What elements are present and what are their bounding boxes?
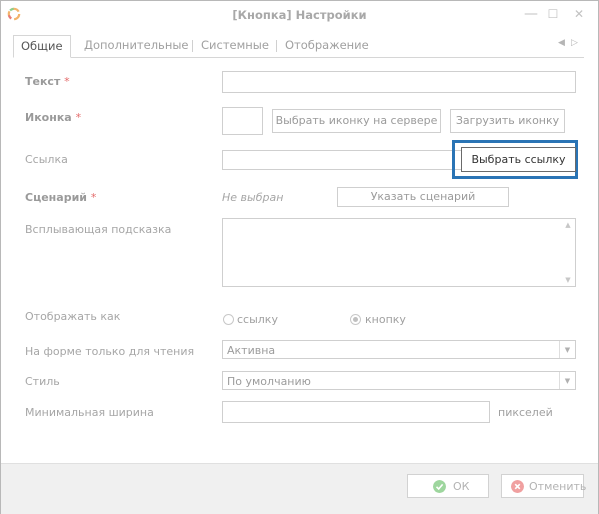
scroll-up-icon[interactable]: ▲ (563, 221, 573, 229)
tab-bar: Общие Дополнительные Системные Отображен… (13, 35, 584, 58)
tooltip-label: Всплывающая подсказка (25, 223, 172, 236)
style-select-value: По умолчанию (227, 375, 311, 388)
text-input[interactable] (222, 71, 576, 93)
readonly-select-value: Активна (227, 344, 276, 357)
tab-general[interactable]: Общие (13, 35, 71, 58)
tab-display[interactable]: Отображение (285, 35, 369, 56)
chevron-down-icon[interactable]: ▼ (559, 372, 575, 389)
scroll-down-icon[interactable]: ▼ (563, 276, 573, 284)
tooltip-textarea[interactable]: ▲ ▼ (222, 218, 576, 287)
maximize-icon[interactable]: ☐ (545, 6, 561, 22)
required-mark: * (64, 75, 70, 88)
tab-next-icon[interactable]: ▷ (571, 38, 578, 48)
ok-button[interactable]: ОК (407, 474, 489, 498)
text-label: Текст * (25, 75, 70, 88)
tab-additional[interactable]: Дополнительные (84, 35, 189, 56)
tab-separator (192, 40, 193, 52)
close-icon[interactable]: ✕ (571, 6, 587, 22)
icon-preview (222, 107, 263, 135)
text-label-text: Текст (25, 75, 61, 88)
cancel-label: Отменить (529, 480, 587, 493)
scenario-label: Сценарий * (25, 191, 96, 204)
choose-link-button[interactable]: Выбрать ссылку (461, 147, 576, 172)
specify-scenario-button[interactable]: Указать сценарий (337, 187, 509, 207)
readonly-label: На форме только для чтения (25, 345, 195, 358)
icon-label: Иконка * (25, 111, 81, 124)
tab-separator (276, 40, 277, 52)
required-mark: * (90, 191, 97, 204)
tab-prev-icon[interactable]: ◀ (558, 38, 565, 48)
icon-label-text: Иконка (25, 111, 72, 124)
scenario-label-text: Сценарий (25, 191, 87, 204)
cancel-circle-icon (511, 480, 524, 493)
check-circle-icon (433, 480, 446, 493)
required-mark: * (75, 111, 82, 124)
title-bar: [Кнопка] Настройки — ☐ ✕ (1, 1, 598, 31)
radio-button[interactable] (350, 314, 361, 325)
settings-dialog: [Кнопка] Настройки — ☐ ✕ Общие Дополните… (0, 0, 599, 514)
upload-icon-button[interactable]: Загрузить иконку (450, 109, 565, 133)
min-width-input[interactable] (222, 401, 490, 423)
min-width-label: Минимальная ширина (25, 406, 154, 419)
chevron-down-icon[interactable]: ▼ (559, 341, 575, 358)
radio-link-label: ссылку (237, 313, 278, 326)
style-select[interactable]: По умолчанию ▼ (222, 371, 576, 390)
radio-button-label: кнопку (365, 313, 406, 326)
window-title: [Кнопка] Настройки (232, 8, 367, 22)
minimize-icon[interactable]: — (523, 6, 539, 22)
link-input[interactable] (222, 150, 464, 170)
style-label: Стиль (25, 375, 60, 388)
radio-link[interactable] (223, 314, 234, 325)
cancel-button[interactable]: Отменить (501, 474, 587, 498)
scenario-value: Не выбран (222, 191, 284, 204)
display-as-label: Отображать как (25, 310, 121, 323)
tab-system[interactable]: Системные (201, 35, 269, 56)
choose-icon-on-server-button[interactable]: Выбрать иконку на сервере (272, 109, 441, 133)
readonly-select[interactable]: Активна ▼ (222, 340, 576, 359)
min-width-unit: пикселей (498, 406, 553, 419)
ok-label: ОК (453, 480, 470, 493)
link-label: Ссылка (25, 153, 68, 166)
